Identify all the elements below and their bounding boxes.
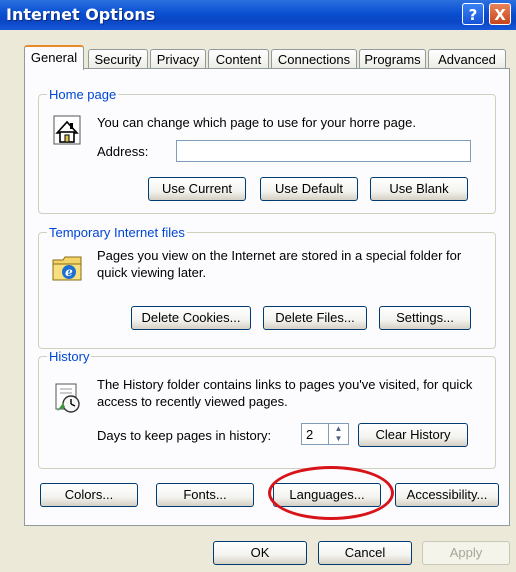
history-group: History The History folder contains link…: [38, 349, 496, 469]
colors-button[interactable]: Colors...: [40, 483, 138, 507]
days-spinner[interactable]: ▲ ▼: [329, 423, 349, 445]
use-default-button[interactable]: Use Default: [260, 177, 358, 201]
accessibility-button[interactable]: Accessibility...: [395, 483, 499, 507]
use-blank-button[interactable]: Use Blank: [370, 177, 468, 201]
address-label: Address:: [97, 144, 149, 159]
apply-button: Apply: [422, 541, 510, 565]
svg-text:e: e: [65, 265, 73, 279]
tab-security[interactable]: Security: [88, 49, 148, 69]
tab-advanced[interactable]: Advanced: [428, 49, 506, 69]
tab-connections[interactable]: Connections: [271, 49, 357, 69]
spin-up-icon[interactable]: ▲: [329, 424, 348, 434]
tab-content[interactable]: Content: [208, 49, 269, 69]
home-page-legend: Home page: [47, 87, 119, 102]
temp-files-group: Temporary Internet files e Pages you vie…: [38, 225, 496, 349]
help-button[interactable]: ?: [462, 3, 484, 25]
tab-privacy[interactable]: Privacy: [150, 49, 206, 69]
history-description: The History folder contains links to pag…: [97, 377, 473, 409]
use-current-button[interactable]: Use Current: [148, 177, 246, 201]
delete-files-button[interactable]: Delete Files...: [263, 306, 367, 330]
ok-button[interactable]: OK: [213, 541, 307, 565]
days-label: Days to keep pages in history:: [97, 428, 272, 443]
address-input[interactable]: [176, 140, 471, 162]
home-icon: [53, 115, 81, 145]
history-icon: [55, 383, 80, 413]
cancel-button[interactable]: Cancel: [318, 541, 412, 565]
window-title: Internet Options: [6, 5, 156, 24]
fonts-button[interactable]: Fonts...: [156, 483, 254, 507]
days-input[interactable]: [301, 423, 329, 445]
close-button[interactable]: X: [489, 3, 511, 25]
history-legend: History: [47, 349, 92, 364]
languages-button[interactable]: Languages...: [273, 483, 381, 507]
general-tab-panel: Home page You can change which page to u…: [24, 68, 510, 526]
home-page-description: You can change which page to use for you…: [97, 115, 416, 130]
home-page-group: Home page You can change which page to u…: [38, 87, 496, 214]
spin-down-icon[interactable]: ▼: [329, 434, 348, 444]
delete-cookies-button[interactable]: Delete Cookies...: [131, 306, 251, 330]
title-bar: Internet Options ? X: [0, 0, 516, 30]
clear-history-button[interactable]: Clear History: [358, 423, 468, 447]
tab-general[interactable]: General: [24, 45, 84, 70]
temp-files-legend: Temporary Internet files: [47, 225, 187, 240]
settings-button[interactable]: Settings...: [379, 306, 471, 330]
temp-files-description: Pages you view on the Internet are store…: [97, 248, 462, 280]
ie-folder-icon: e: [52, 256, 82, 281]
tab-programs[interactable]: Programs: [359, 49, 426, 69]
